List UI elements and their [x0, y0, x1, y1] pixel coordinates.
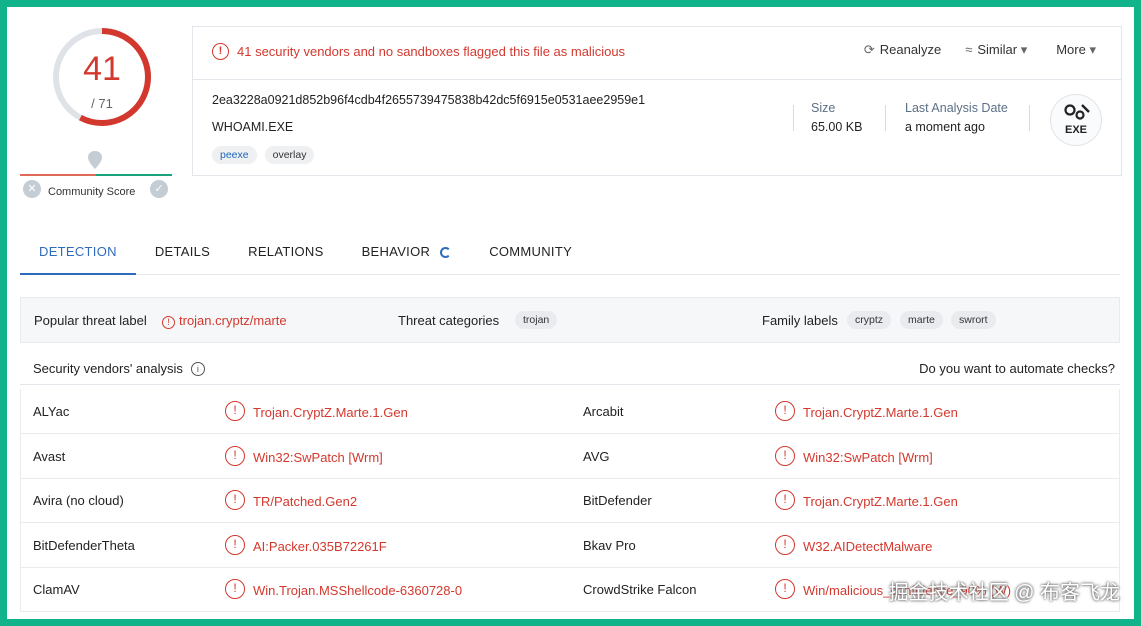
- alert-icon: !: [775, 490, 795, 510]
- automate-checks-link[interactable]: Do you want to automate checks?: [919, 361, 1115, 376]
- vendor-name: Arcabit: [583, 404, 624, 419]
- detections-count: 41: [83, 50, 121, 88]
- community-score-label: Community Score: [48, 186, 136, 198]
- detection-result: ! Trojan.CryptZ.Marte.1.Gen: [225, 401, 408, 421]
- file-summary-card: ! 41 security vendors and no sandboxes f…: [192, 26, 1122, 176]
- alert-icon: !: [212, 43, 229, 60]
- page: 41 / 71 ✕ Community Score ✓ ! 41 securit…: [7, 7, 1134, 619]
- alert-icon: !: [225, 534, 245, 555]
- detection-result: ! Trojan.CryptZ.Marte.1.Gen: [775, 490, 958, 510]
- vendors-header: Security vendors' analysis i Do you want …: [20, 351, 1120, 385]
- vendor-row: Avast ! Win32:SwPatch [Wrm] AVG ! Win32:SwPat…: [20, 433, 1120, 479]
- vendor-row: BitDefenderTheta ! AI:Packer.035B72261F Bka…: [20, 522, 1120, 568]
- reanalyze-button[interactable]: ⟳ Reanalyze: [864, 42, 941, 58]
- tab-community[interactable]: COMMUNITY: [470, 237, 591, 274]
- popular-threat-label: Popular threat label: [34, 313, 147, 328]
- family-chip-swrort[interactable]: swrort: [951, 311, 996, 329]
- file-actions: ⟳ Reanalyze ≈ Similar ▾ More ▾: [864, 42, 1101, 58]
- vendor-name: Avira (no cloud): [33, 493, 124, 508]
- alert-icon: !: [775, 401, 795, 421]
- detection-result: ! AI:Packer.035B72261F: [225, 534, 387, 555]
- detection-result: ! Trojan.CryptZ.Marte.1.Gen: [775, 401, 958, 421]
- family-chip-marte[interactable]: marte: [900, 311, 943, 329]
- family-chip-cryptz[interactable]: cryptz: [847, 311, 892, 329]
- detection-result: ! Win.Trojan.MSShellcode-6360728-0: [225, 579, 462, 599]
- loading-spinner-icon: [440, 247, 452, 258]
- file-hash[interactable]: 2ea3228a0921d852b96f4cdb4f2655739475838b…: [212, 93, 645, 107]
- vendor-name: CrowdStrike Falcon: [583, 582, 697, 597]
- engines-total: / 71: [91, 96, 113, 111]
- alert-icon: !: [162, 316, 175, 329]
- vendor-name: ClamAV: [33, 582, 80, 597]
- gear-icon: [1064, 104, 1090, 120]
- vendor-name: BitDefenderTheta: [33, 537, 135, 553]
- category-chip[interactable]: trojan: [515, 311, 558, 329]
- malicious-alert: ! 41 security vendors and no sandboxes f…: [212, 43, 625, 60]
- alert-text: 41 security vendors and no sandboxes fla…: [237, 44, 626, 59]
- tab-detection[interactable]: DETECTION: [20, 237, 136, 275]
- alert-icon: !: [775, 579, 795, 599]
- alert-icon: !: [775, 534, 795, 555]
- file-tags: peexe overlay: [212, 146, 315, 164]
- popular-threat-value: ! trojan.cryptz/marte: [162, 313, 287, 329]
- watermark: 掘金技术社区 @ 布客飞龙: [888, 582, 1120, 604]
- file-size: Size 65.00 KB: [811, 101, 863, 134]
- similar-icon: ≈: [965, 42, 973, 57]
- threat-labels: Popular threat label ! trojan.cryptz/mart…: [20, 297, 1120, 343]
- alert-icon: !: [225, 445, 245, 466]
- last-analysis-date: Last Analysis Date a moment ago: [905, 101, 1008, 134]
- tab-details[interactable]: DETAILS: [136, 237, 229, 274]
- file-type-badge: EXE: [1050, 94, 1102, 146]
- detection-result: ! Win32:SwPatch [Wrm]: [775, 445, 933, 466]
- vote-harmless-icon[interactable]: ✓: [150, 180, 168, 198]
- caret-down-icon: ▾: [1020, 42, 1028, 57]
- vendor-name: BitDefender: [583, 493, 652, 508]
- alert-icon: !: [775, 445, 795, 466]
- alert-icon: !: [225, 401, 245, 421]
- file-name: WHOAMI.EXE: [212, 120, 294, 134]
- refresh-icon: ⟳: [863, 42, 875, 57]
- vendor-name: Bkav Pro: [583, 537, 636, 553]
- threat-categories-label: Threat categories: [398, 313, 500, 328]
- tab-relations[interactable]: RELATIONS: [229, 237, 342, 274]
- location-pin-icon: [88, 151, 102, 169]
- info-icon[interactable]: i: [190, 361, 205, 376]
- family-labels-label: Family labels: [762, 313, 838, 328]
- similar-button[interactable]: ≈ Similar ▾: [965, 42, 1032, 58]
- tab-behavior[interactable]: BEHAVIOR: [343, 237, 471, 274]
- tag-peexe[interactable]: peexe: [212, 146, 257, 164]
- community-score-bar: [20, 174, 172, 176]
- vote-harmful-icon[interactable]: ✕: [23, 180, 41, 198]
- alert-icon: !: [225, 579, 245, 599]
- detection-score: 41 / 71: [47, 22, 157, 132]
- detection-result: ! W32.AIDetectMalware: [775, 534, 932, 555]
- vendor-row: Avira (no cloud) ! TR/Patched.Gen2 BitDefen…: [20, 478, 1120, 523]
- vendor-name: Avast: [33, 448, 66, 464]
- vendor-name: AVG: [583, 448, 610, 464]
- alert-icon: !: [225, 490, 245, 510]
- vendors-heading: Security vendors' analysis: [33, 361, 183, 376]
- detection-result: ! TR/Patched.Gen2: [225, 490, 357, 510]
- vendor-row: ALYac ! Trojan.CryptZ.Marte.1.Gen Arcabit ! T…: [20, 389, 1120, 434]
- vendor-name: ALYac: [33, 404, 70, 419]
- report-tabs: DETECTION DETAILS RELATIONS BEHAVIOR COM…: [20, 237, 1120, 275]
- tag-overlay[interactable]: overlay: [264, 146, 315, 164]
- detection-result: ! Win32:SwPatch [Wrm]: [225, 445, 383, 466]
- caret-down-icon: ▾: [1089, 42, 1096, 57]
- more-button[interactable]: More ▾: [1056, 42, 1101, 58]
